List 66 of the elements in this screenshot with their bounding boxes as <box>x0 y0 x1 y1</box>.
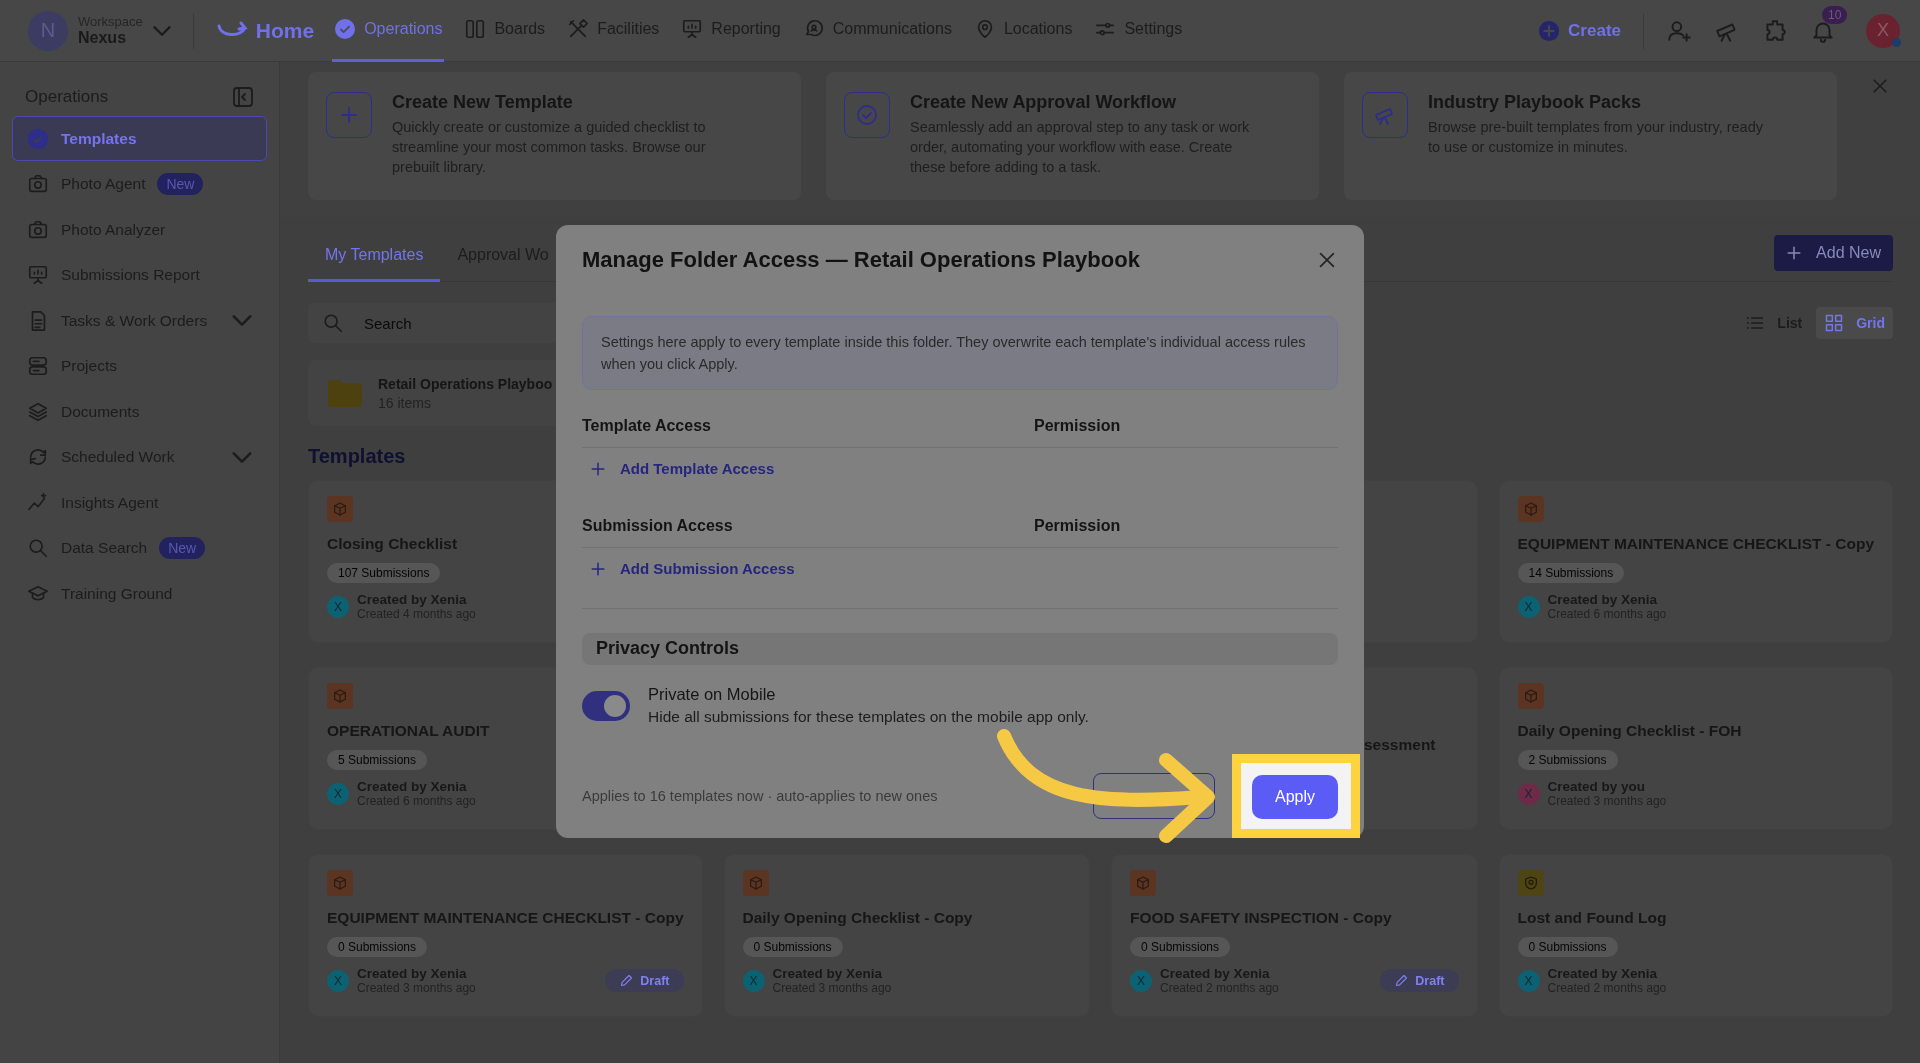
submission-count: 0 Submissions <box>742 937 843 957</box>
columns-icon <box>464 18 487 40</box>
draft-badge: Draft <box>1380 969 1459 992</box>
chevron-down-icon <box>232 451 252 463</box>
check-circle-icon <box>334 18 357 40</box>
toggle-switch[interactable] <box>582 691 630 721</box>
create-button[interactable]: Create <box>1538 19 1621 42</box>
info-note: Settings here apply to every template inside this folder. They overwrite each template's individual access rules when you click Apply. <box>582 315 1338 390</box>
creator-avatar: X <box>327 595 349 618</box>
chevron-down-icon <box>152 25 171 36</box>
submission-count: 0 Submissions <box>327 937 428 957</box>
apply-button[interactable]: Apply <box>1252 775 1338 819</box>
folder-icon <box>326 378 364 408</box>
search-icon <box>27 537 49 559</box>
cube-icon <box>1522 501 1539 517</box>
creator-avatar: X <box>327 969 349 992</box>
submission-count: 2 Submissions <box>1517 750 1618 770</box>
submission-count: 5 Submissions <box>327 750 428 770</box>
grid-icon <box>1824 313 1845 333</box>
submission-count: 14 Submissions <box>1517 563 1625 583</box>
creator-avatar: X <box>1517 969 1540 992</box>
tools-icon <box>567 18 590 40</box>
column-header: Permission <box>1034 516 1121 535</box>
add-new-button[interactable]: Add New <box>1774 234 1893 271</box>
draft-badge: Draft <box>605 969 684 992</box>
creator-avatar: X <box>1517 595 1540 618</box>
cube-icon <box>1135 875 1151 891</box>
cube-icon <box>747 875 764 891</box>
chevron-down-icon <box>232 315 252 326</box>
creator-avatar: X <box>1517 782 1540 805</box>
submission-count: 0 Submissions <box>1517 937 1618 957</box>
cube-icon <box>332 688 348 704</box>
creator-avatar: X <box>742 969 765 992</box>
creator-avatar: X <box>1130 969 1152 992</box>
secondary-button[interactable] <box>1093 773 1215 819</box>
user-avatar[interactable]: X <box>1866 13 1900 48</box>
tab[interactable]: My Templates <box>308 231 441 282</box>
camera-icon <box>27 173 49 195</box>
camera-icon <box>27 218 49 241</box>
new-badge: New <box>159 537 206 559</box>
refresh-icon <box>27 446 49 468</box>
search-icon <box>322 312 344 334</box>
presentation-icon <box>681 18 704 40</box>
dialog-title: Manage Folder Access — Retail Operations Playbook <box>582 247 1140 274</box>
new-badge: New <box>157 173 204 195</box>
sidebar-item[interactable]: Templates <box>12 116 267 161</box>
pencil-icon <box>1394 973 1410 988</box>
cube-icon <box>332 501 348 517</box>
sidebar-collapse-icon <box>231 85 255 109</box>
notification-count: 10 <box>1822 5 1848 24</box>
submission-count: 0 Submissions <box>1130 937 1231 957</box>
shield-icon <box>1522 875 1539 891</box>
cube-icon <box>332 875 348 891</box>
plus-circle-icon <box>1538 19 1561 42</box>
check-circle-icon <box>855 103 879 127</box>
layers-icon <box>27 400 49 423</box>
home-link[interactable]: Home <box>215 18 315 43</box>
pencil-icon <box>619 973 635 988</box>
view-toggle[interactable]: Grid <box>1816 307 1893 339</box>
creator-avatar: X <box>327 782 349 805</box>
submission-count: 107 Submissions <box>327 563 441 583</box>
check-circle-icon <box>27 127 49 150</box>
server-icon <box>27 355 49 377</box>
column-header: Permission <box>1034 416 1121 435</box>
presentation-icon <box>27 264 49 286</box>
cube-icon <box>1522 688 1539 704</box>
